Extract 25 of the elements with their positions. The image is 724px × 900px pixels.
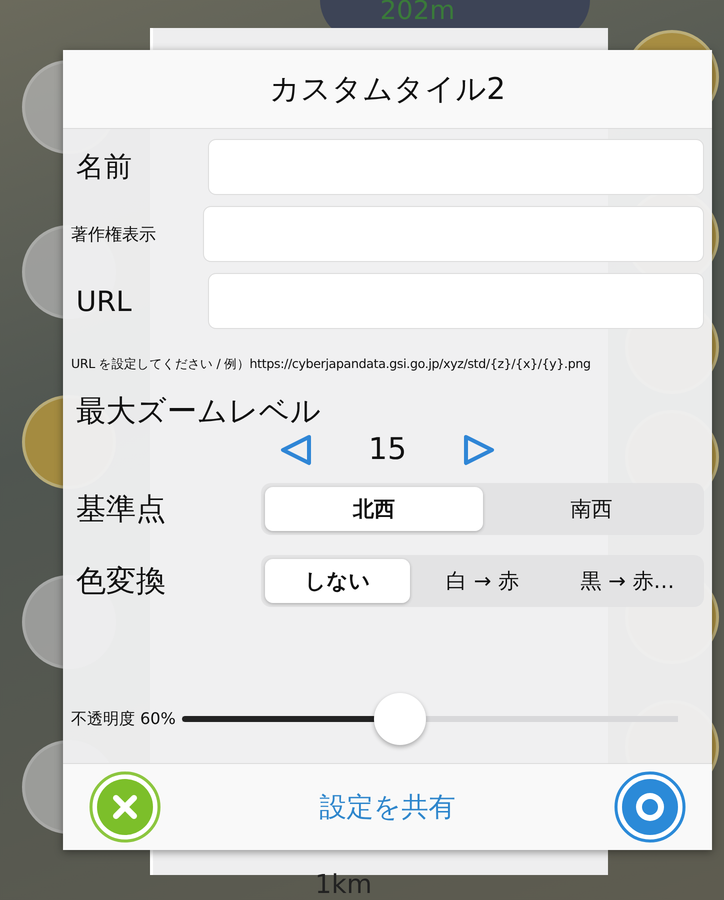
zoom-level-value: 15 bbox=[368, 432, 407, 467]
setting-label: 基準点 bbox=[75, 490, 167, 528]
field-label: 名前 bbox=[75, 149, 133, 185]
increase-arrow-icon[interactable] bbox=[462, 432, 496, 466]
share-settings-button[interactable]: 設定を共有 bbox=[314, 788, 462, 826]
text-field[interactable] bbox=[208, 139, 704, 195]
zoom-level-label: 最大ズームレベル bbox=[76, 393, 322, 431]
field-label: URL bbox=[75, 284, 133, 318]
close-icon[interactable] bbox=[89, 771, 161, 843]
segment-option[interactable]: しない bbox=[265, 559, 410, 603]
segment-option[interactable]: 黒 → 赤… bbox=[555, 559, 700, 603]
decrease-arrow-icon[interactable] bbox=[279, 432, 314, 466]
segment-option[interactable]: 北西 bbox=[265, 487, 482, 531]
slider-thumb[interactable] bbox=[374, 693, 426, 745]
confirm-icon[interactable] bbox=[614, 771, 686, 843]
url-hint: URL を設定してください / 例）https://cyberjapandata.gsi.go.jp/xyz/std/{z}/{x}/{y}.png bbox=[71, 356, 592, 373]
text-field[interactable] bbox=[208, 273, 704, 329]
setting-label: 色変換 bbox=[75, 562, 167, 600]
dialog-title: カスタムタイル2 bbox=[269, 70, 506, 108]
scale-label: 1km bbox=[315, 870, 372, 900]
segment-option[interactable]: 白 → 赤 bbox=[410, 559, 555, 603]
field-label: 著作権表示 bbox=[71, 224, 157, 246]
text-field[interactable] bbox=[203, 206, 704, 262]
opacity-label: 不透明度 60% bbox=[71, 708, 176, 730]
segment-option[interactable]: 南西 bbox=[482, 487, 700, 531]
